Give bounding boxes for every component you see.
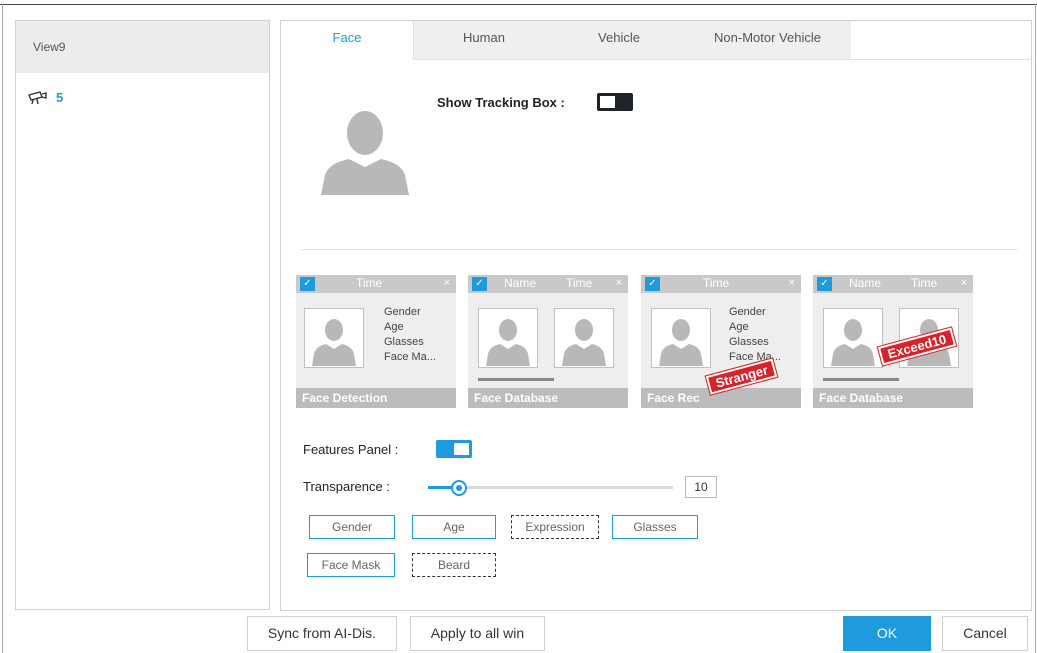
view-title: View9 [33, 40, 66, 54]
card-checkbox[interactable]: ✓ [472, 277, 487, 291]
window-left-border [2, 4, 3, 653]
card-footer: Face Database [813, 388, 973, 408]
face-thumbnail [823, 308, 883, 368]
card-header-name: Name [504, 276, 537, 290]
card-header [813, 275, 973, 293]
face-thumbnail [651, 308, 711, 368]
tab-face[interactable]: Face [281, 21, 414, 59]
chip-glasses[interactable]: Glasses [612, 515, 698, 539]
person-icon [831, 319, 875, 366]
card-header-name: Name [849, 276, 882, 290]
feature-list: Gender Age Glasses Face Ma... [384, 305, 436, 365]
transparence-label: Transparence : [303, 479, 390, 494]
tab-vehicle[interactable]: Vehicle [554, 21, 684, 59]
person-icon [486, 319, 530, 366]
chip-face-mask[interactable]: Face Mask [307, 553, 395, 577]
card-header-time: Time [356, 276, 383, 290]
face-recognition-card[interactable]: ✓ Time × Gender Age Glasses Face Ma... F… [641, 275, 801, 408]
feature-gender: Gender [384, 306, 421, 318]
tab-vehicle-label: Vehicle [598, 30, 640, 45]
view-list-panel: View9 5 [15, 20, 270, 610]
tab-human-label: Human [463, 30, 505, 45]
card-footer: Face Detection [296, 388, 456, 408]
card-header-time: Time [911, 276, 938, 290]
close-icon: × [960, 277, 967, 289]
tab-human[interactable]: Human [414, 21, 554, 59]
feature-glasses: Glasses [384, 336, 424, 348]
similarity-bar [478, 378, 554, 381]
card-header-time: Time [566, 276, 593, 290]
toggle-knob [600, 96, 615, 108]
feature-age: Age [729, 321, 749, 333]
section-divider [301, 249, 1017, 250]
feature-age: Age [384, 321, 404, 333]
chip-expression[interactable]: Expression [511, 515, 599, 539]
ok-button[interactable]: OK [843, 616, 931, 651]
close-icon: × [615, 277, 622, 289]
toggle-knob [454, 443, 469, 455]
chip-beard[interactable]: Beard [412, 553, 496, 577]
card-header [468, 275, 628, 293]
person-icon [659, 319, 703, 366]
card-checkbox[interactable]: ✓ [817, 277, 832, 291]
tab-divider [414, 59, 1033, 60]
face-thumbnail [304, 308, 364, 368]
card-footer: Face Database [468, 388, 628, 408]
transparence-value-field[interactable]: 10 [685, 476, 717, 498]
show-tracking-box-label: Show Tracking Box : [437, 95, 565, 110]
camera-count[interactable]: 5 [56, 90, 63, 105]
window-right-border [1035, 4, 1036, 653]
card-checkbox[interactable]: ✓ [300, 277, 315, 291]
settings-panel: Face Human Vehicle Non-Motor Vehicle Sho… [280, 20, 1033, 611]
feature-glasses: Glasses [729, 336, 769, 348]
face-database-card[interactable]: ✓ Name Time × Face Database [468, 275, 628, 408]
tab-non-motor-vehicle[interactable]: Non-Motor Vehicle [684, 21, 851, 59]
person-icon [562, 319, 606, 366]
feature-gender: Gender [729, 306, 766, 318]
show-tracking-box-toggle[interactable] [597, 93, 633, 111]
face-thumbnail [478, 308, 538, 368]
apply-to-all-button[interactable]: Apply to all win [410, 616, 545, 651]
card-checkbox[interactable]: ✓ [645, 277, 660, 291]
cancel-button[interactable]: Cancel [942, 616, 1028, 651]
face-avatar-icon [321, 111, 409, 195]
close-icon: × [443, 277, 450, 289]
face-thumbnail [554, 308, 614, 368]
tab-face-label: Face [332, 30, 362, 45]
similarity-bar [823, 378, 899, 381]
card-header-time: Time [703, 276, 730, 290]
face-database-exceed-card[interactable]: ✓ Name Time × Face Database Exceed10 [813, 275, 973, 408]
feature-face-mask: Face Ma... [384, 351, 436, 363]
tab-non-motor-vehicle-label: Non-Motor Vehicle [714, 30, 821, 45]
transparence-slider-handle[interactable] [451, 480, 467, 496]
close-icon: × [788, 277, 795, 289]
sync-from-ai-button[interactable]: Sync from AI-Dis. [247, 616, 397, 651]
chip-age[interactable]: Age [412, 515, 496, 539]
face-detection-card[interactable]: ✓ Time × Gender Age Glasses Face Ma... F… [296, 275, 456, 408]
person-icon [312, 319, 356, 366]
view-list-header[interactable]: View9 [16, 21, 269, 73]
camera-icon[interactable] [28, 91, 48, 105]
features-panel-toggle[interactable] [436, 440, 472, 458]
chip-gender[interactable]: Gender [309, 515, 395, 539]
window-top-border [0, 4, 1037, 5]
features-panel-label: Features Panel : [303, 442, 399, 457]
feature-list: Gender Age Glasses Face Ma... [729, 305, 781, 365]
